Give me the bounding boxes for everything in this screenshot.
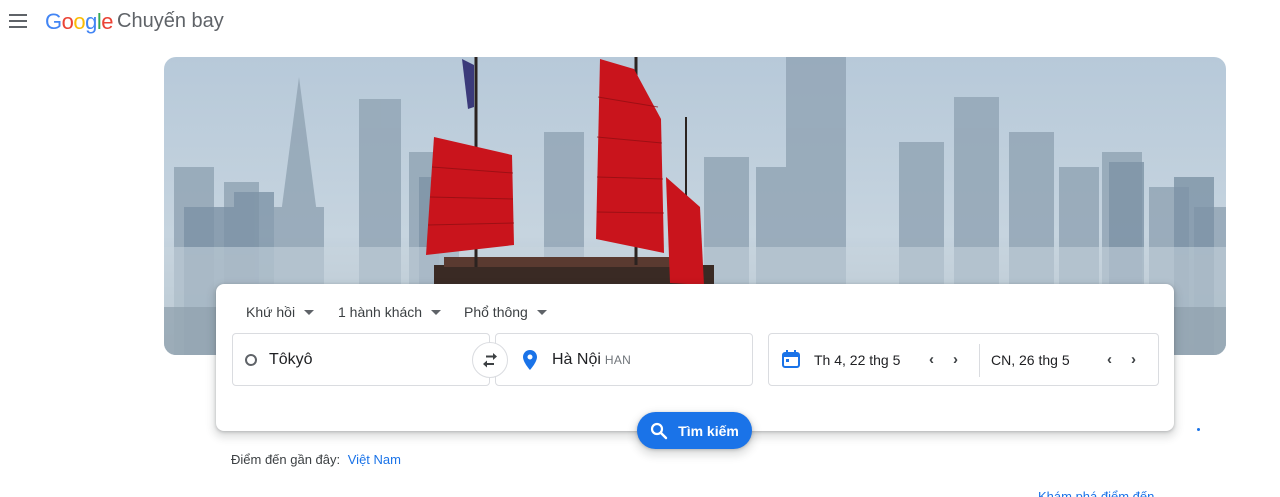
swap-button[interactable] [472, 342, 508, 378]
search-button-label: Tìm kiếm [678, 422, 739, 439]
search-panel: Khứ hồi 1 hành khách Phổ thông Tôkyô Hà … [216, 284, 1174, 431]
dot-marker [1197, 428, 1200, 431]
search-icon [651, 422, 668, 439]
logo-letter: G [45, 9, 62, 34]
divider [979, 344, 980, 377]
recent-destinations: Điểm đến gần đây: Việt Nam [231, 452, 401, 467]
recent-destination-link[interactable]: Việt Nam [348, 452, 401, 467]
chevron-right-icon[interactable]: › [1131, 351, 1136, 368]
origin-circle-icon [245, 353, 257, 366]
caret-down-icon [431, 309, 442, 315]
location-pin-icon [523, 349, 537, 370]
chevron-left-icon[interactable]: ‹ [929, 351, 934, 368]
destination-value: Hà Nội [552, 350, 601, 368]
menu-icon[interactable] [9, 14, 27, 28]
logo-letter: g [85, 9, 97, 34]
logo-letter: o [73, 9, 86, 34]
passengers-label: 1 hành khách [338, 304, 423, 320]
cabin-class-label: Phổ thông [464, 304, 528, 320]
caret-down-icon [304, 309, 315, 315]
logo-letter: o [61, 9, 74, 34]
caret-down-icon [536, 309, 547, 315]
swap-icon [483, 353, 497, 368]
google-logo[interactable]: Google [45, 9, 114, 35]
recent-label: Điểm đến gần đây: [231, 452, 341, 467]
return-date[interactable]: CN, 26 thg 5 [991, 352, 1070, 368]
trip-type-label: Khứ hồi [246, 304, 296, 320]
calendar-icon [781, 349, 801, 374]
departure-date[interactable]: Th 4, 22 thg 5 [814, 352, 900, 368]
date-range-picker[interactable]: Th 4, 22 thg 5 ‹ › CN, 26 thg 5 ‹ › [768, 333, 1159, 386]
origin-value: Tôkyô [269, 350, 313, 368]
explore-link[interactable]: Khám phá điểm đến [1038, 489, 1154, 497]
search-button[interactable]: Tìm kiếm [637, 412, 752, 449]
chevron-right-icon[interactable]: › [953, 351, 958, 368]
destination-code: HAN [604, 352, 632, 367]
chevron-left-icon[interactable]: ‹ [1107, 351, 1112, 368]
product-name[interactable]: Chuyến bay [117, 10, 224, 33]
logo-letter: e [101, 9, 114, 34]
passengers-dropdown[interactable]: 1 hành khách [338, 304, 442, 320]
trip-type-dropdown[interactable]: Khứ hồi [246, 304, 315, 320]
cabin-class-dropdown[interactable]: Phổ thông [464, 304, 547, 320]
destination-input[interactable]: Hà Nội HAN [495, 333, 753, 386]
origin-input[interactable]: Tôkyô [232, 333, 490, 386]
